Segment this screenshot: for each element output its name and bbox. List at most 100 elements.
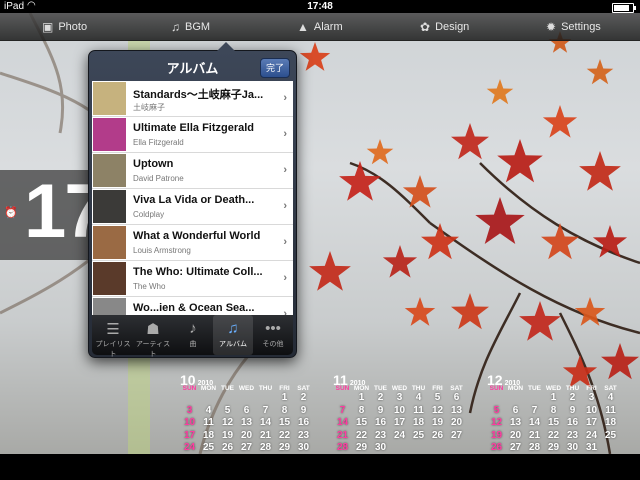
album-artwork	[93, 262, 126, 295]
album-row[interactable]: What a Wonderful World Louis Armstrong ›	[92, 225, 293, 261]
calendar-day: 6	[243, 404, 250, 416]
toolbar-alarm-button[interactable]: ▲ Alarm	[297, 18, 343, 36]
album-artwork	[93, 118, 126, 151]
calendar-day	[525, 392, 544, 405]
calendar-day: 1	[281, 392, 288, 403]
album-row[interactable]: Standards〜土岐麻子Ja... 土岐麻子 ›	[92, 81, 293, 117]
calendar-day: 2	[377, 392, 384, 403]
album-list[interactable]: Standards〜土岐麻子Ja... 土岐麻子 › Ultimate Ella Fi…	[92, 81, 293, 317]
calendar-day: 8	[550, 404, 557, 416]
calendar-day: 8	[358, 404, 365, 416]
calendar-day: 15	[355, 417, 368, 429]
calendar-december: 12 2010 SUN MON TUE WED THU FRI SAT 1 2 3 4 5 6 7 8 9 10 11…	[487, 372, 635, 455]
toolbar-alarm-label: Alarm	[313, 21, 343, 33]
calendar-day: 20	[450, 417, 463, 429]
calendar-day: 6	[453, 392, 460, 403]
calendar-day: 18	[412, 417, 425, 429]
calendar-day: 15	[278, 417, 291, 429]
album-row[interactable]: Viva La Vida or Death... Coldplay ›	[92, 189, 293, 225]
album-title: Viva La Vida or Death...	[133, 194, 255, 206]
chevron-right-icon: ›	[283, 164, 287, 176]
maple-leaf	[309, 251, 351, 291]
calendar-day: 4	[607, 392, 614, 403]
calendar-day: 6	[512, 404, 519, 416]
tab-song-note[interactable]: ♪ 曲	[173, 315, 213, 355]
calendar-day	[506, 392, 525, 405]
calendar-day: 2	[569, 392, 576, 403]
day-of-week-label: SUN	[182, 385, 197, 392]
calendar-day: 17	[393, 417, 406, 429]
calendar-day: 7	[262, 404, 269, 416]
popover-arrow	[217, 42, 235, 51]
toolbar-design-button[interactable]: ✿ Design	[420, 18, 469, 36]
calendar-day: 25	[604, 429, 617, 441]
day-of-week-label: FRI	[586, 385, 597, 392]
song-note-icon: ♪	[189, 320, 197, 337]
music-tab-bar: ☰ プレイリスト ☗ アーティスト ♪ 曲 ♫ アルバム ••• その他	[92, 315, 293, 358]
day-of-week-label: TUE	[374, 385, 387, 392]
calendar-day: 16	[297, 417, 310, 429]
album-row[interactable]: Wo...ien & Ocean Sea... ›	[92, 297, 293, 317]
calendar-day: 3	[186, 404, 193, 416]
album-row[interactable]: Uptown David Patrone ›	[92, 153, 293, 189]
toolbar-photo-button[interactable]: ▣ Photo	[42, 18, 87, 36]
tab-label: アーティスト	[135, 341, 171, 358]
album-title: Uptown	[133, 158, 174, 170]
tab-label: プレイリスト	[95, 341, 131, 358]
done-button[interactable]: 完了	[260, 58, 290, 78]
album-row[interactable]: The Who: Ultimate Coll... The Who ›	[92, 261, 293, 297]
calendar-day: 19	[431, 417, 444, 429]
day-of-week-label: MON	[353, 385, 370, 392]
tab-more[interactable]: ••• その他	[253, 315, 293, 355]
calendar-day: 4	[205, 404, 212, 416]
calendar-day	[237, 392, 256, 405]
calendar-day: 9	[377, 404, 384, 416]
calendar-day	[256, 392, 275, 405]
album-row[interactable]: Ultimate Ella Fitzgerald Ella Fitzgerald ›	[92, 117, 293, 153]
calendar-day: 14	[528, 417, 541, 429]
album-popover: アルバム 完了 Standards〜土岐麻子Ja... 土岐麻子 › Ultimate…	[88, 42, 297, 358]
calendar-day: 19	[490, 429, 503, 441]
calendar-day: 4	[415, 392, 422, 403]
album-artist: Louis Armstrong	[133, 246, 191, 255]
calendar-day: 21	[259, 429, 272, 441]
leaves-group	[299, 31, 639, 388]
day-of-week-label: MON	[200, 385, 217, 392]
calendar-day: 14	[336, 417, 349, 429]
calendar-day: 3	[588, 392, 595, 403]
maple-leaf	[579, 151, 621, 191]
chevron-right-icon: ›	[283, 128, 287, 140]
tab-playlist[interactable]: ☰ プレイリスト	[93, 315, 133, 358]
alarm-clock-icon: ⏰	[4, 207, 18, 219]
toolbar-design-label: Design	[435, 21, 470, 33]
tab-album[interactable]: ♫ アルバム	[213, 315, 253, 355]
more-icon: •••	[265, 320, 281, 337]
toolbar-bgm-button[interactable]: ♫ BGM	[171, 18, 210, 36]
tab-artist[interactable]: ☗ アーティスト	[133, 315, 173, 358]
calendar-day: 20	[240, 429, 253, 441]
album-artist: Coldplay	[133, 210, 165, 219]
day-of-week-label: MON	[507, 385, 524, 392]
chevron-right-icon: ›	[283, 92, 287, 104]
photo-icon: ▣	[42, 20, 54, 34]
calendar-day: 26	[431, 429, 444, 441]
calendar-day: 12	[431, 404, 444, 416]
maple-leaf	[541, 223, 579, 260]
calendar-day: 22	[355, 429, 368, 441]
tab-label: その他	[262, 341, 284, 348]
maple-leaf	[451, 123, 489, 160]
day-of-week-label: FRI	[432, 385, 443, 392]
calendar-day: 17	[585, 417, 598, 429]
album-title: The Who: Ultimate Coll...	[133, 266, 263, 278]
music-note-icon: ♫	[171, 20, 180, 34]
maple-leaf	[519, 301, 561, 341]
maple-leaf	[339, 161, 381, 201]
chevron-right-icon: ›	[283, 200, 287, 212]
playlist-icon: ☰	[106, 321, 120, 338]
day-of-week-label: SUN	[489, 385, 504, 392]
toolbar-settings-button[interactable]: ✹ Settings	[546, 18, 601, 36]
calendar-day	[487, 392, 506, 405]
maple-leaf	[542, 105, 578, 138]
maple-leaf	[486, 79, 514, 105]
calendar-day: 12	[490, 417, 503, 429]
